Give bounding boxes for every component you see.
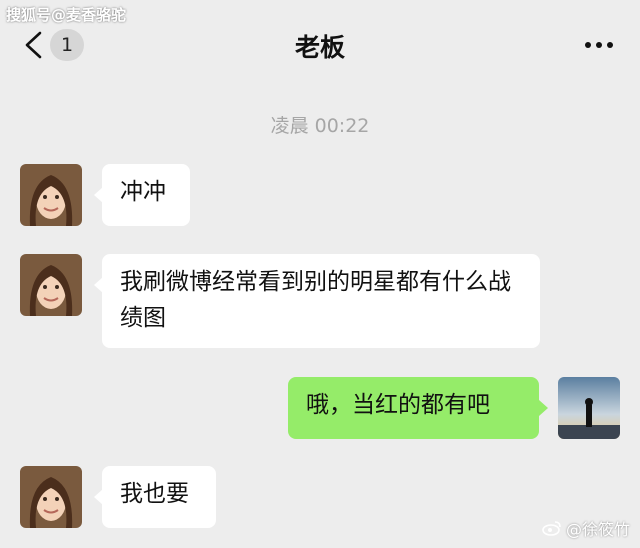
bubble-tail [539,400,548,416]
user-avatar[interactable] [558,377,620,439]
chat-header: 1 老板 [0,0,640,82]
contact-avatar[interactable] [20,254,82,316]
contact-avatar[interactable] [20,466,82,528]
watermark-bottom: @徐筱竹 [542,516,630,540]
message-bubble[interactable]: 我刷微博经常看到别的明星都有什么战绩图 [102,254,540,348]
weibo-logo-icon [542,521,561,536]
message-bubble[interactable]: 冲冲 [102,164,190,226]
contact-avatar[interactable] [20,164,82,226]
watermark-bottom-text: @徐筱竹 [565,520,630,539]
message-bubble[interactable]: 我也要 [102,466,216,528]
message-bubble[interactable]: 哦，当红的都有吧 [288,377,539,439]
more-horizontal-icon[interactable] [584,40,614,50]
chat-title: 老板 [294,33,345,62]
message-timestamp: 凌晨 00:22 [270,115,370,137]
